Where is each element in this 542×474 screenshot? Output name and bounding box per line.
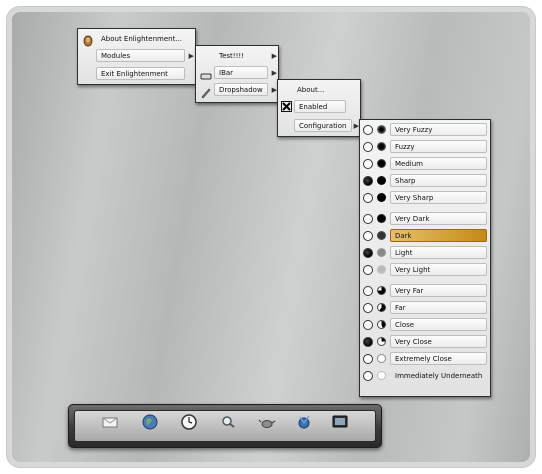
- menu-item-very-sharp[interactable]: Very Sharp: [390, 191, 487, 204]
- menu-item-ibar[interactable]: IBar ▶: [214, 66, 277, 79]
- menu-item-very-dark[interactable]: Very Dark: [390, 212, 487, 225]
- enabled-checkbox[interactable]: [281, 101, 292, 112]
- monitor-icon[interactable]: [331, 413, 349, 431]
- blur-indicator-icon: [377, 159, 386, 168]
- blur-indicator-icon: [377, 125, 386, 134]
- menu-item-very-fuzzy[interactable]: Very Fuzzy: [390, 123, 487, 136]
- menu-item-close[interactable]: Close: [390, 318, 487, 331]
- ibar-icon: [200, 67, 212, 80]
- radio-close[interactable]: [363, 320, 373, 330]
- darkness-indicator-icon: [377, 231, 386, 240]
- radio-fuzzy[interactable]: [363, 142, 373, 152]
- menu-item-modules[interactable]: Modules ▶: [96, 49, 194, 62]
- shelf: [68, 404, 382, 448]
- menu-item-label: Modules: [101, 52, 131, 60]
- radio-very-dark[interactable]: [363, 214, 373, 224]
- dropshadow-menu: About... Enabled Configuration ▶: [277, 79, 361, 137]
- blur-indicator-icon: [377, 142, 386, 151]
- clock-icon[interactable]: [180, 413, 198, 431]
- menu-item-far[interactable]: Far: [390, 301, 487, 314]
- radio-dark[interactable]: [363, 231, 373, 241]
- radio-far[interactable]: [363, 303, 373, 313]
- menu-item-about-enlightenment[interactable]: About Enlightenment...: [96, 32, 192, 45]
- menu-item-very-light[interactable]: Very Light: [390, 263, 487, 276]
- radio-very-close[interactable]: [363, 337, 373, 347]
- main-menu: About Enlightenment... Modules ▶ Exit En…: [77, 28, 196, 85]
- magnifier-icon[interactable]: [219, 413, 237, 431]
- radio-very-light[interactable]: [363, 265, 373, 275]
- menu-item-fuzzy[interactable]: Fuzzy: [390, 140, 487, 153]
- darkness-indicator-icon: [377, 265, 386, 274]
- menu-item-very-close[interactable]: Very Close: [390, 335, 487, 348]
- globe-icon[interactable]: [141, 413, 159, 431]
- radio-very-far[interactable]: [363, 286, 373, 296]
- menu-item-dropshadow[interactable]: Dropshadow ▶: [214, 83, 277, 96]
- distance-indicator-icon: [377, 337, 386, 346]
- submenu-arrow-icon: ▶: [271, 52, 277, 60]
- blur-indicator-icon: [377, 193, 386, 202]
- teapot-icon[interactable]: [258, 413, 276, 431]
- distance-indicator-icon: [377, 354, 386, 363]
- dropshadow-icon: [200, 84, 212, 99]
- menu-item-label: IBar: [219, 69, 234, 77]
- radio-medium[interactable]: [363, 159, 373, 169]
- menu-item-test[interactable]: Test!!!! ▶: [214, 49, 277, 62]
- menu-item-exit-enlightenment[interactable]: Exit Enlightenment: [96, 67, 185, 80]
- menu-item-enabled[interactable]: Enabled: [294, 100, 346, 113]
- menu-item-extremely-close[interactable]: Extremely Close: [390, 352, 487, 365]
- modules-menu: Test!!!! ▶ IBar ▶ Dropshadow ▶: [195, 45, 279, 103]
- distance-indicator-icon: [377, 303, 386, 312]
- blur-indicator-icon: [377, 176, 386, 185]
- menu-item-dark[interactable]: Dark: [390, 229, 487, 242]
- radio-immediately-underneath[interactable]: [363, 371, 373, 381]
- radio-sharp[interactable]: [363, 176, 373, 186]
- enlightenment-logo-icon: [82, 32, 94, 47]
- menu-item-very-far[interactable]: Very Far: [390, 284, 487, 297]
- desktop: About Enlightenment... Modules ▶ Exit En…: [12, 12, 530, 462]
- radio-very-sharp[interactable]: [363, 193, 373, 203]
- radio-very-fuzzy[interactable]: [363, 125, 373, 135]
- radio-light[interactable]: [363, 248, 373, 258]
- distance-indicator-icon: [377, 286, 386, 295]
- menu-item-sharp[interactable]: Sharp: [390, 174, 487, 187]
- menu-item-immediately-underneath[interactable]: Immediately Underneath: [390, 369, 487, 382]
- menu-item-medium[interactable]: Medium: [390, 157, 487, 170]
- menu-item-about[interactable]: About...: [292, 83, 357, 96]
- radio-extremely-close[interactable]: [363, 354, 373, 364]
- menu-item-label: Dropshadow: [219, 86, 263, 94]
- submenu-arrow-icon: ▶: [188, 52, 194, 60]
- distance-indicator-icon: [377, 371, 386, 380]
- configuration-menu: Very Fuzzy Fuzzy Medium Sharp Very Sharp…: [359, 119, 491, 397]
- network-icon[interactable]: [295, 413, 313, 431]
- menu-item-label: Configuration: [299, 122, 347, 130]
- menu-item-light[interactable]: Light: [390, 246, 487, 259]
- distance-indicator-icon: [377, 320, 386, 329]
- menu-item-configuration[interactable]: Configuration ▶: [294, 119, 359, 132]
- darkness-indicator-icon: [377, 248, 386, 257]
- envelope-icon[interactable]: [101, 413, 119, 431]
- menu-item-label: Test!!!!: [219, 52, 245, 60]
- darkness-indicator-icon: [377, 214, 386, 223]
